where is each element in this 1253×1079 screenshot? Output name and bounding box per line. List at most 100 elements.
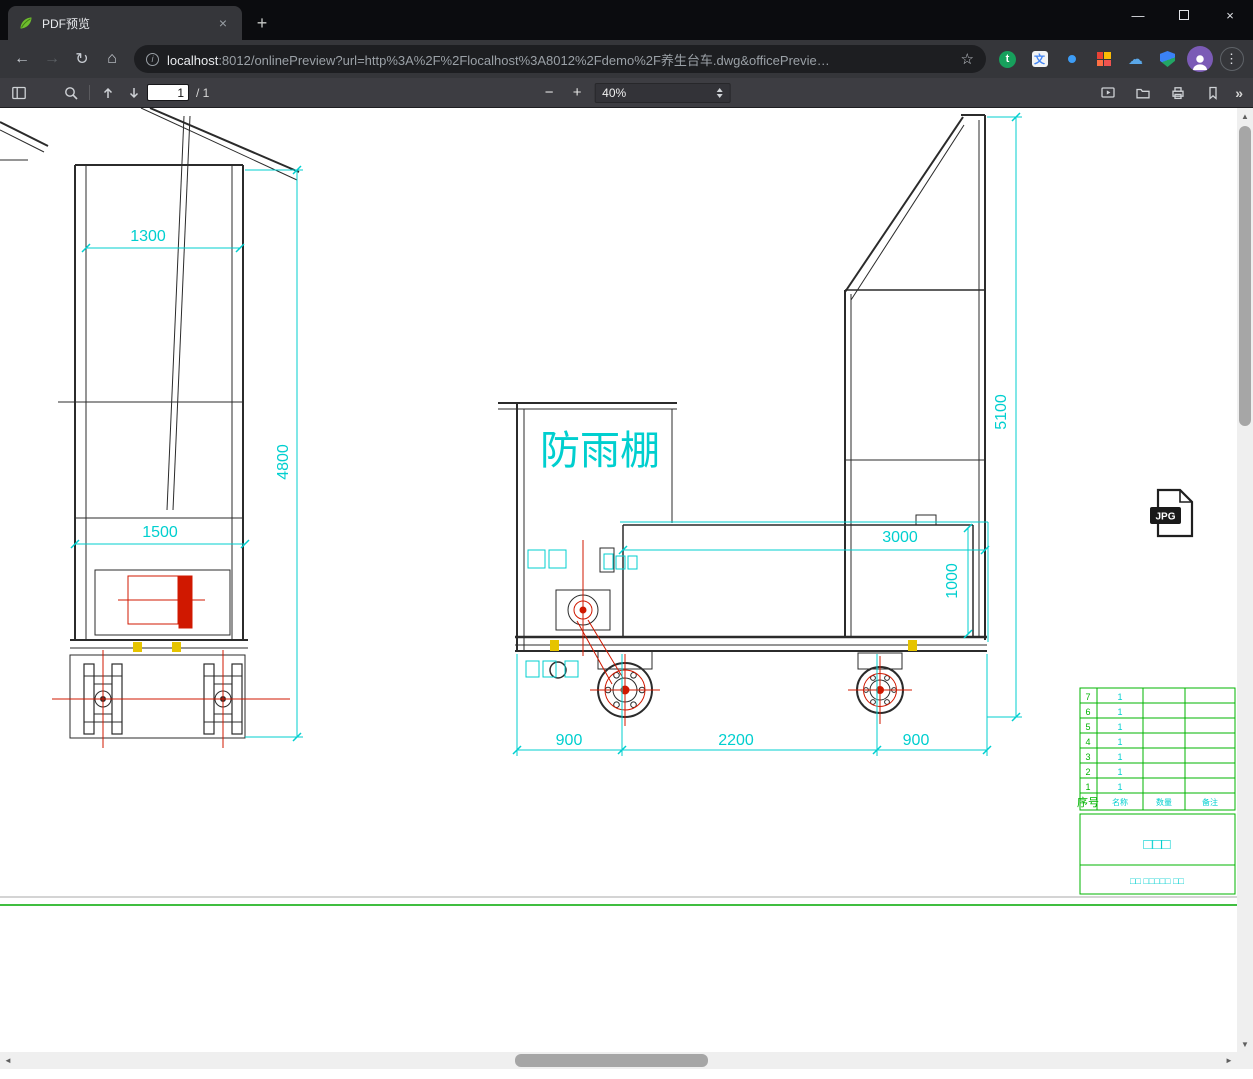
dim-label-1300: 1300 xyxy=(130,228,166,245)
url-path: :8012/onlinePreview?url=http%3A%2F%2Floc… xyxy=(218,52,830,68)
titleblock-col-note: 备注 xyxy=(1202,797,1218,807)
horizontal-scrollbar[interactable]: ◄ ► xyxy=(0,1052,1237,1069)
scrollbar-corner xyxy=(1237,1052,1253,1069)
profile-button[interactable] xyxy=(1186,46,1213,73)
jpg-file-icon: JPG xyxy=(1150,488,1194,538)
jpg-badge-label: JPG xyxy=(1155,512,1175,523)
row-no: 3 xyxy=(1085,752,1090,762)
close-button[interactable]: × xyxy=(1207,0,1253,30)
pdf-toolbar-right: » xyxy=(1095,81,1247,105)
extension-icon-4[interactable] xyxy=(1090,46,1117,73)
titleblock-col-no: 序号 xyxy=(1077,795,1099,809)
green-t-icon: t xyxy=(999,50,1016,68)
dim-label-2200: 2200 xyxy=(718,732,754,749)
titleblock-col-qty: 数量 xyxy=(1156,797,1172,807)
page-count-label: / 1 xyxy=(196,85,210,100)
zoom-out-button[interactable]: − xyxy=(538,82,560,104)
extensions-area: t 文 ☁ ⋮ xyxy=(994,46,1245,73)
cloud-icon: ☁ xyxy=(1128,50,1143,68)
url-host: localhost xyxy=(167,52,219,68)
row-no: 6 xyxy=(1085,707,1090,717)
presentation-mode-icon[interactable] xyxy=(1095,81,1121,105)
open-file-icon[interactable] xyxy=(1130,81,1156,105)
dim-label-1000: 1000 xyxy=(944,563,961,599)
extension-icon-1[interactable]: t xyxy=(994,46,1021,73)
avatar xyxy=(1186,46,1213,72)
row-no: 7 xyxy=(1085,692,1090,702)
zoom-in-button[interactable]: + xyxy=(566,82,588,104)
toolbar-overflow-icon[interactable]: » xyxy=(1235,85,1243,101)
minimize-button[interactable]: — xyxy=(1115,0,1161,30)
sidebar-toggle-icon[interactable] xyxy=(6,81,32,105)
row-qty: 1 xyxy=(1117,692,1122,702)
leaf-favicon-icon xyxy=(18,15,34,31)
horizontal-scroll-thumb[interactable] xyxy=(515,1054,708,1067)
tab-close-icon[interactable]: × xyxy=(214,14,232,32)
reload-icon[interactable]: ↻ xyxy=(68,45,96,73)
print-icon[interactable] xyxy=(1165,81,1191,105)
title-block-rows: 7 6 5 4 3 2 1 1 1 1 1 1 1 1 序号 名称 数量 备注 … xyxy=(1077,692,1218,886)
bookmark-icon[interactable] xyxy=(1200,81,1226,105)
scroll-right-icon[interactable]: ► xyxy=(1221,1052,1237,1069)
row-qty: 1 xyxy=(1117,722,1122,732)
zoom-controls: − + 40% xyxy=(538,82,731,104)
row-no: 4 xyxy=(1085,737,1090,747)
back-icon[interactable]: ← xyxy=(8,45,36,73)
row-qty: 1 xyxy=(1117,752,1122,762)
dim-label-4800: 4800 xyxy=(275,444,292,480)
browser-window: PDF预览 × + — × ← → ↻ ⌂ i localhost:8012/o… xyxy=(0,0,1253,1079)
sheet-border xyxy=(0,896,1237,906)
blue-ring-icon xyxy=(1067,55,1076,63)
dim-label-3000: 3000 xyxy=(882,529,918,546)
previous-page-icon[interactable] xyxy=(95,81,121,105)
extension-icon-6[interactable] xyxy=(1154,46,1181,73)
home-icon[interactable]: ⌂ xyxy=(98,45,126,73)
extension-icon-2[interactable]: 文 xyxy=(1026,46,1053,73)
maximize-icon xyxy=(1179,10,1189,20)
info-icon[interactable]: i xyxy=(146,52,159,66)
shield-icon xyxy=(1160,51,1175,67)
pdf-toolbar: / 1 − + 40% » xyxy=(0,78,1253,108)
extension-icon-5[interactable]: ☁ xyxy=(1122,46,1149,73)
new-tab-button[interactable]: + xyxy=(248,9,276,37)
tab-strip: PDF预览 × + — × xyxy=(0,0,1253,40)
side-view xyxy=(498,114,987,718)
address-bar[interactable]: i localhost:8012/onlinePreview?url=http%… xyxy=(134,45,986,73)
row-qty: 1 xyxy=(1117,707,1122,717)
toolbar-separator xyxy=(89,85,90,100)
search-icon[interactable] xyxy=(58,81,84,105)
drawing-name-label: □□□ xyxy=(1143,836,1170,853)
extension-icon-3[interactable] xyxy=(1058,46,1085,73)
pdf-viewport[interactable]: 1300 4800 1500 防雨棚 3000 1000 5100 900 22… xyxy=(0,108,1253,1079)
grid-icon xyxy=(1096,52,1111,66)
row-qty: 1 xyxy=(1117,737,1122,747)
forward-icon[interactable]: → xyxy=(38,45,66,73)
maximize-button[interactable] xyxy=(1161,0,1207,30)
dim-label-900-rear: 900 xyxy=(903,732,930,749)
tab-title: PDF预览 xyxy=(42,16,91,31)
dim-label-900-front: 900 xyxy=(556,732,583,749)
kebab-menu-icon: ⋮ xyxy=(1219,47,1244,71)
tab-pdf-preview[interactable]: PDF预览 × xyxy=(8,6,242,40)
scroll-up-icon[interactable]: ▲ xyxy=(1237,108,1253,124)
url-text: localhost:8012/onlinePreview?url=http%3A… xyxy=(167,50,953,69)
page-number-input[interactable] xyxy=(147,84,189,101)
zoom-value: 40% xyxy=(602,85,627,100)
row-no: 1 xyxy=(1085,782,1090,792)
scroll-down-icon[interactable]: ▼ xyxy=(1237,1036,1253,1052)
canopy-label: 防雨棚 xyxy=(540,429,660,473)
vertical-scrollbar[interactable]: ▲ ▼ xyxy=(1237,108,1253,1052)
next-page-icon[interactable] xyxy=(121,81,147,105)
bookmark-star-icon[interactable]: ☆ xyxy=(961,50,974,68)
zoom-select[interactable]: 40% xyxy=(594,82,731,103)
browser-menu-button[interactable]: ⋮ xyxy=(1218,46,1245,73)
row-no: 2 xyxy=(1085,767,1090,777)
window-controls: — × xyxy=(1115,0,1253,30)
row-no: 5 xyxy=(1085,722,1090,732)
scroll-left-icon[interactable]: ◄ xyxy=(0,1052,16,1069)
title-block xyxy=(1079,687,1236,895)
vertical-scroll-thumb[interactable] xyxy=(1239,126,1251,426)
front-view xyxy=(0,108,300,739)
row-qty: 1 xyxy=(1117,782,1122,792)
dim-label-1500: 1500 xyxy=(142,524,178,541)
